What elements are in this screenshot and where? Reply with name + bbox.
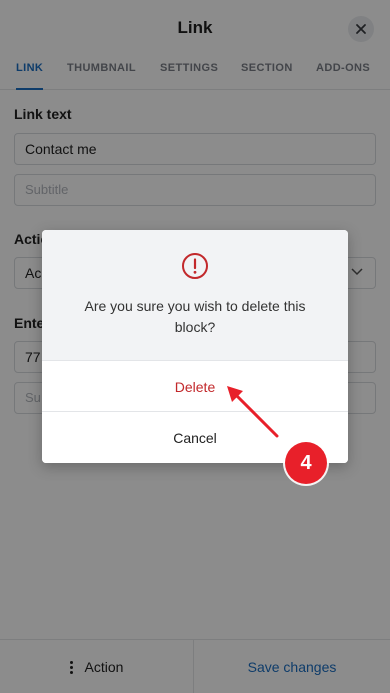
cancel-button-label: Cancel <box>173 429 217 446</box>
dialog-message: Are you sure you wish to delete this blo… <box>84 298 306 335</box>
delete-button-label: Delete <box>174 378 216 395</box>
delete-button[interactable]: Delete <box>42 360 348 412</box>
step-badge: 4 <box>285 442 327 484</box>
alert-circle-icon <box>182 253 208 279</box>
dialog-body: Are you sure you wish to delete this blo… <box>42 230 348 360</box>
screen: Link LINK THUMBNAIL SETTINGS SECTION ADD… <box>0 0 390 693</box>
confirm-delete-dialog: Are you sure you wish to delete this blo… <box>42 230 348 463</box>
